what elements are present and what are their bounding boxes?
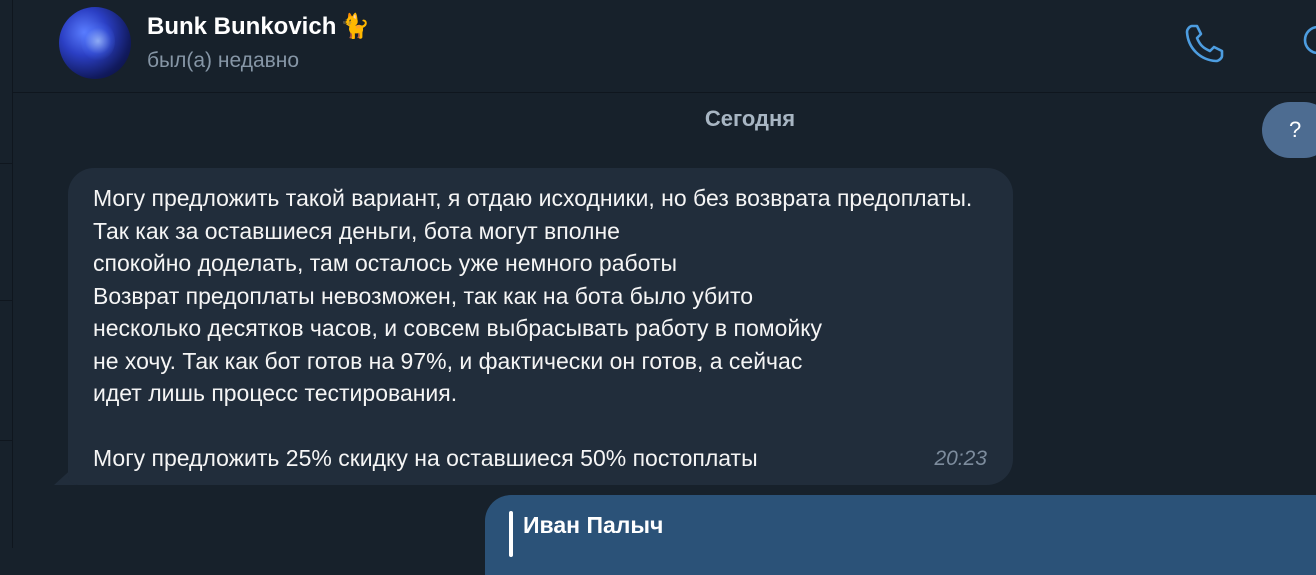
incoming-message[interactable]: Могу предложить такой вариант, я отдаю и… — [68, 168, 1013, 485]
avatar-image — [81, 21, 115, 61]
help-button[interactable]: ? — [1262, 102, 1316, 158]
chat-header: Bunk Bunkovich 🐈 был(а) недавно — [13, 0, 1316, 93]
outgoing-message[interactable]: Иван Палыч — [485, 495, 1316, 575]
cat-emoji: 🐈 — [340, 13, 371, 40]
contact-name-text: Bunk Bunkovich — [147, 13, 337, 40]
call-button[interactable] — [1180, 18, 1230, 68]
divider — [0, 440, 12, 441]
contact-status: был(а) недавно — [147, 49, 300, 72]
reply-author-name: Иван Палыч — [523, 512, 664, 538]
message-time: 20:23 — [934, 447, 987, 470]
phone-icon — [1185, 24, 1224, 63]
divider — [0, 163, 12, 164]
divider — [0, 300, 12, 301]
search-button[interactable] — [1289, 18, 1316, 68]
chat-list-edge — [0, 0, 13, 548]
search-icon — [1303, 25, 1316, 55]
reply-quote-bar — [509, 511, 513, 557]
avatar[interactable] — [59, 7, 131, 79]
date-separator: Сегодня — [704, 106, 796, 131]
contact-name[interactable]: Bunk Bunkovich 🐈 — [147, 12, 370, 41]
message-text: Могу предложить такой вариант, я отдаю и… — [93, 185, 973, 471]
help-label: ? — [1289, 117, 1302, 142]
